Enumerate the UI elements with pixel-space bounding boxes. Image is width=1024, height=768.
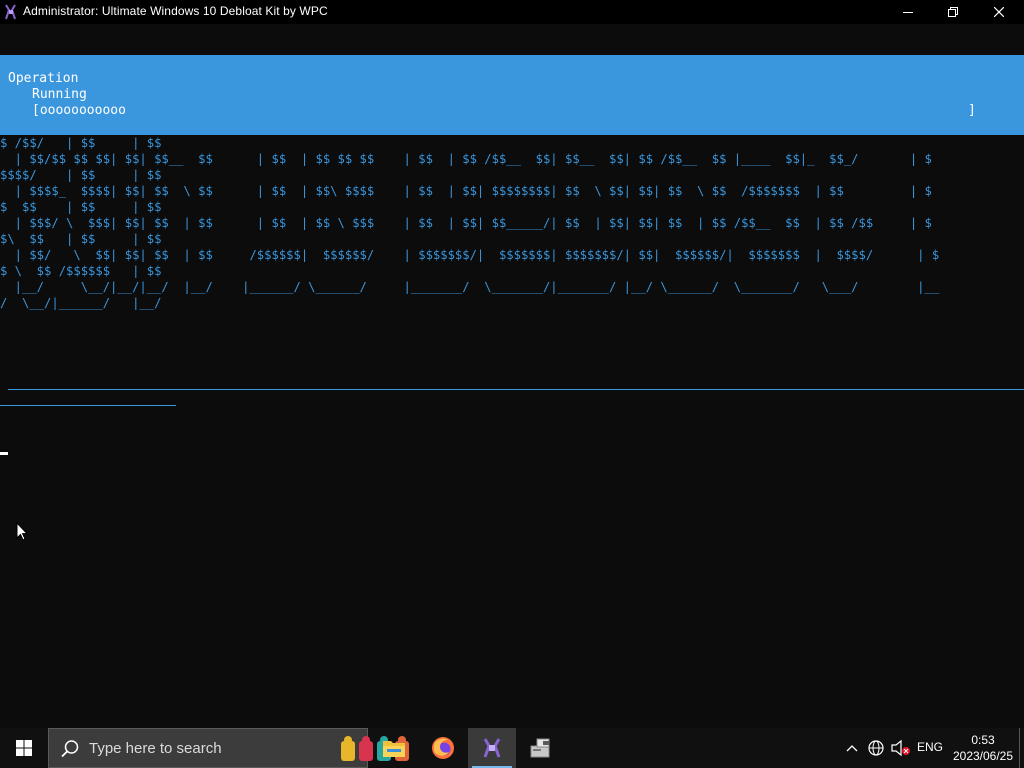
folder-icon: [383, 741, 405, 757]
separator-line-wrap: [0, 405, 176, 406]
text-cursor: [0, 452, 8, 455]
chevron-up-icon[interactable]: [842, 738, 862, 758]
close-icon: [994, 7, 1004, 17]
installer-icon: [530, 738, 550, 758]
progress-bar-text: [ooooooooooo: [32, 103, 126, 118]
title-bar[interactable]: Administrator: Ultimate Windows 10 Deblo…: [0, 0, 1024, 24]
taskbar-app-file-explorer[interactable]: [370, 728, 418, 768]
show-desktop-button[interactable]: [1019, 728, 1024, 768]
clock-date: 2023/06/25: [952, 749, 1014, 763]
console-window: Administrator: Ultimate Windows 10 Deblo…: [0, 0, 1024, 728]
operation-status: Running: [32, 87, 87, 102]
ascii-banner: $ /$$/ | $$ | $$ | $$/$$ $$ $$| $$| $$__…: [0, 136, 940, 310]
progress-panel: Operation Running [ooooooooooo ]: [0, 55, 1024, 135]
clock[interactable]: 0:53 2023/06/25: [950, 732, 1016, 764]
minimize-icon: [903, 12, 913, 13]
progress-bar-end: ]: [968, 103, 976, 118]
taskbar-app-firefox[interactable]: [419, 728, 467, 768]
taskbar-app-debloat-kit[interactable]: [468, 728, 516, 768]
search-placeholder: Type here to search: [89, 740, 222, 757]
search-icon: [60, 739, 80, 759]
input-language-indicator[interactable]: ENG: [914, 740, 946, 754]
minimize-button[interactable]: [885, 0, 931, 24]
globe-network-icon[interactable]: [866, 738, 888, 758]
window-title: Administrator: Ultimate Windows 10 Deblo…: [23, 4, 328, 18]
restore-button[interactable]: [930, 0, 976, 24]
mouse-pointer-icon: [16, 521, 29, 546]
firefox-icon: [432, 737, 454, 759]
taskbar: Type here to search ENG 0:53 2023/06/25: [0, 728, 1024, 768]
windows-logo-icon: [16, 740, 32, 756]
console-output[interactable]: Operation Running [ooooooooooo ] $ /$$/ …: [0, 24, 1024, 728]
search-box[interactable]: Type here to search: [48, 728, 409, 768]
clock-time: 0:53: [971, 733, 995, 747]
debloat-kit-icon: [4, 4, 18, 20]
start-button[interactable]: [0, 728, 48, 768]
volume-muted-icon[interactable]: [890, 738, 912, 758]
separator-line: [8, 389, 1024, 390]
debloat-kit-icon: [483, 738, 501, 758]
restore-icon: [948, 7, 958, 17]
taskbar-app-installer[interactable]: [517, 728, 565, 768]
operation-label: Operation: [8, 71, 79, 86]
close-button[interactable]: [976, 0, 1022, 24]
